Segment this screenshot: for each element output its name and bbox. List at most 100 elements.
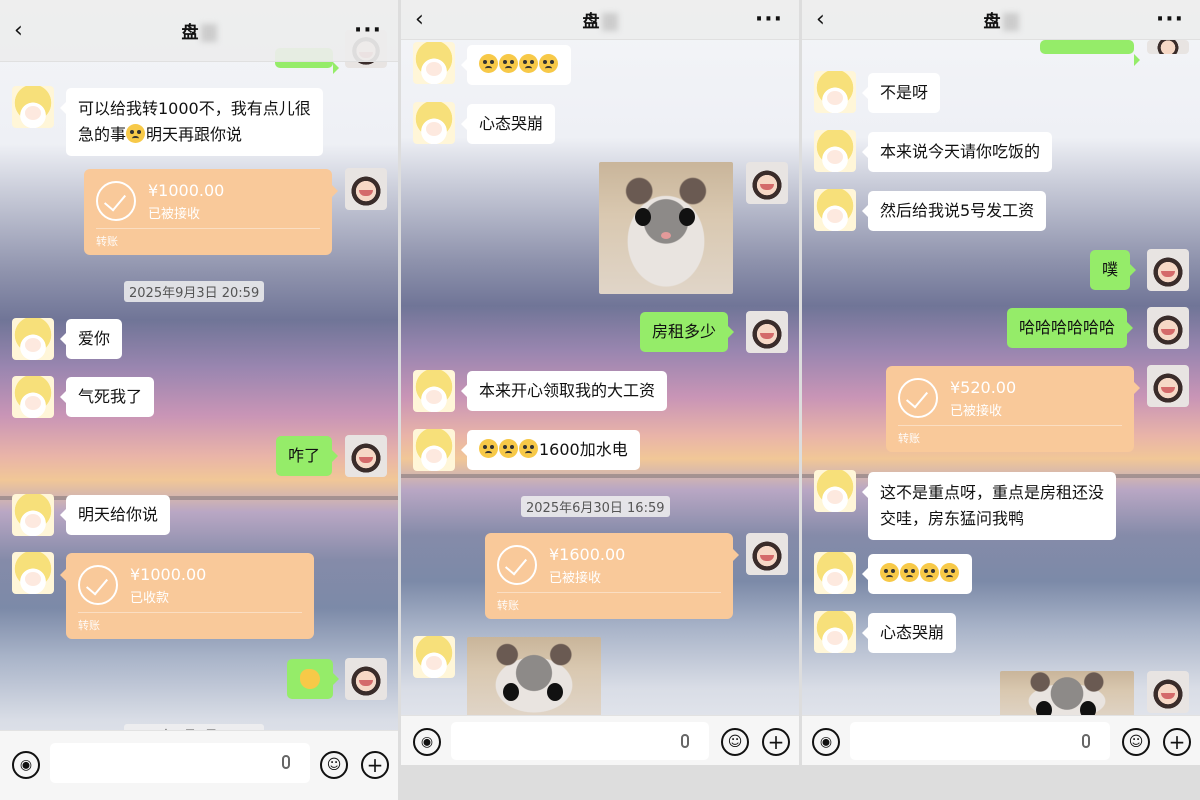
emoji-icon[interactable]: ☺ xyxy=(320,751,348,779)
avatar-self[interactable] xyxy=(1147,671,1189,713)
input-bar: ◉ ☺ + xyxy=(802,715,1200,765)
chat-panel-2: ‹ 盘 ··· 心态哭崩 房租多少 本来开心领取我的大工资 1600加水电 20… xyxy=(401,0,799,765)
message-bubble-in[interactable]: 心态哭崩 xyxy=(861,613,957,653)
avatar-contact[interactable] xyxy=(12,86,54,128)
message-bubble-out[interactable]: 哈哈哈哈哈哈 xyxy=(1007,308,1134,348)
back-icon[interactable]: ‹ xyxy=(816,7,825,32)
message-bubble-in[interactable]: 明天给你说 xyxy=(59,495,171,535)
avatar-self[interactable] xyxy=(746,311,788,353)
transfer-card[interactable]: ¥1000.00 已被接收 转账 xyxy=(84,169,338,255)
message-bubble-in[interactable]: 然后给我说5号发工资 xyxy=(861,191,1047,231)
transfer-status: 已被接收 xyxy=(950,404,1003,419)
mic-icon[interactable] xyxy=(282,755,290,769)
voice-icon[interactable]: ◉ xyxy=(413,728,441,756)
message-input[interactable] xyxy=(850,722,1110,760)
message-input[interactable] xyxy=(451,722,709,760)
message-bubble-in[interactable]: 爱你 xyxy=(59,319,123,359)
avatar-contact[interactable] xyxy=(12,376,54,418)
message-bubble-in[interactable]: 不是呀 xyxy=(861,73,941,113)
transfer-status: 已被接收 xyxy=(148,207,201,222)
transfer-label: 转账 xyxy=(96,235,118,248)
hamster-eye xyxy=(547,683,563,701)
cry-emoji-icon xyxy=(519,439,538,458)
avatar-contact[interactable] xyxy=(413,42,455,84)
avatar-self[interactable] xyxy=(746,162,788,204)
transfer-card[interactable]: ¥1600.00 已被接收 转账 xyxy=(485,533,739,619)
avatar-contact[interactable] xyxy=(814,470,856,512)
emoji-icon[interactable]: ☺ xyxy=(721,728,749,756)
check-icon xyxy=(497,545,537,585)
message-bubble-out[interactable]: 咋了 xyxy=(276,436,339,476)
hamster-eye xyxy=(635,208,651,226)
transfer-amount: ¥1000.00 xyxy=(130,565,207,584)
more-icon[interactable]: ··· xyxy=(1156,7,1184,32)
message-bubble-in[interactable]: 心态哭崩 xyxy=(460,104,556,144)
transfer-card[interactable]: ¥1000.00 已收款 转账 xyxy=(60,553,314,639)
hamster-sticker[interactable] xyxy=(599,162,733,294)
more-icon[interactable]: ··· xyxy=(755,7,783,32)
message-bubble-in[interactable]: 本来开心领取我的大工资 xyxy=(460,371,668,411)
avatar-contact[interactable] xyxy=(12,552,54,594)
message-bubble-out[interactable]: 房租多少 xyxy=(640,312,735,352)
cry-emoji-icon xyxy=(880,563,899,582)
message-bubble-in[interactable]: 1600加水电 xyxy=(461,430,640,470)
avatar-self[interactable] xyxy=(345,435,387,477)
avatar-contact[interactable] xyxy=(814,611,856,653)
message-bubble-in[interactable]: 这不是重点呀，重点是房租还没 交哇，房东猛问我鸭 xyxy=(861,472,1117,540)
message-input[interactable] xyxy=(50,743,310,783)
back-icon[interactable]: ‹ xyxy=(14,18,23,43)
message-bubble-out[interactable] xyxy=(287,659,339,699)
input-bar: ◉ ☺ + xyxy=(0,730,398,800)
avatar-contact[interactable] xyxy=(413,636,455,678)
hamster-eye xyxy=(679,208,695,226)
hamster-sticker[interactable] xyxy=(467,637,601,717)
back-icon[interactable]: ‹ xyxy=(415,7,424,32)
message-bubble-in[interactable] xyxy=(862,554,972,594)
cry-emoji-icon xyxy=(900,563,919,582)
avatar-contact[interactable] xyxy=(413,429,455,471)
voice-icon[interactable]: ◉ xyxy=(812,728,840,756)
transfer-amount: ¥520.00 xyxy=(950,378,1017,397)
avatar-contact[interactable] xyxy=(814,71,856,113)
message-bubble-in[interactable] xyxy=(461,45,571,85)
plus-icon[interactable]: + xyxy=(361,751,389,779)
avatar-contact[interactable] xyxy=(814,189,856,231)
chat-header: ‹ 盘 ··· xyxy=(802,0,1200,40)
message-bubble-out[interactable] xyxy=(1040,40,1140,66)
cry-emoji-icon xyxy=(539,54,558,73)
message-bubble-in[interactable]: 本来说今天请你吃饭的 xyxy=(861,132,1053,172)
avatar-contact[interactable] xyxy=(413,370,455,412)
message-bubble-in[interactable]: 可以给我转1000不，我有点儿很 急的事 明天再跟你说 xyxy=(60,88,323,156)
voice-icon[interactable]: ◉ xyxy=(12,751,40,779)
cry-emoji-icon xyxy=(940,563,959,582)
avatar-contact[interactable] xyxy=(413,102,455,144)
avatar-self[interactable] xyxy=(345,658,387,700)
avatar-self[interactable] xyxy=(1147,365,1189,407)
avatar-self[interactable] xyxy=(746,533,788,575)
avatar-contact[interactable] xyxy=(814,130,856,172)
chat-panel-3: ‹ 盘 ··· 不是呀 本来说今天请你吃饭的 然后给我说5号发工资 噗 哈哈哈哈… xyxy=(802,0,1200,765)
mic-icon[interactable] xyxy=(681,734,689,748)
emoji-icon[interactable]: ☺ xyxy=(1122,728,1150,756)
message-bubble-out[interactable]: 噗 xyxy=(1090,250,1137,290)
hamster-sticker[interactable] xyxy=(1000,671,1134,721)
plus-icon[interactable]: + xyxy=(762,728,790,756)
avatar-self[interactable] xyxy=(1147,40,1189,54)
plus-icon[interactable]: + xyxy=(1163,728,1191,756)
transfer-card[interactable]: ¥520.00 已被接收 转账 xyxy=(886,366,1140,452)
avatar-self[interactable] xyxy=(1147,249,1189,291)
message-bubble-in[interactable]: 气死我了 xyxy=(59,377,155,417)
mic-icon[interactable] xyxy=(1082,734,1090,748)
avatar-contact[interactable] xyxy=(814,552,856,594)
avatar-self[interactable] xyxy=(345,168,387,210)
transfer-status: 已收款 xyxy=(130,591,170,606)
avatar-contact[interactable] xyxy=(12,318,54,360)
chat-header: ‹ 盘 ··· xyxy=(0,0,398,62)
transfer-label: 转账 xyxy=(78,619,100,632)
cry-emoji-icon xyxy=(499,54,518,73)
chat-panel-1: ‹ 盘 ··· 可以给我转1000不，我有点儿很 急的事 明天再跟你说 ¥1000… xyxy=(0,0,398,800)
avatar-self[interactable] xyxy=(1147,307,1189,349)
transfer-amount: ¥1600.00 xyxy=(549,545,626,564)
more-icon[interactable]: ··· xyxy=(354,18,382,43)
avatar-contact[interactable] xyxy=(12,494,54,536)
